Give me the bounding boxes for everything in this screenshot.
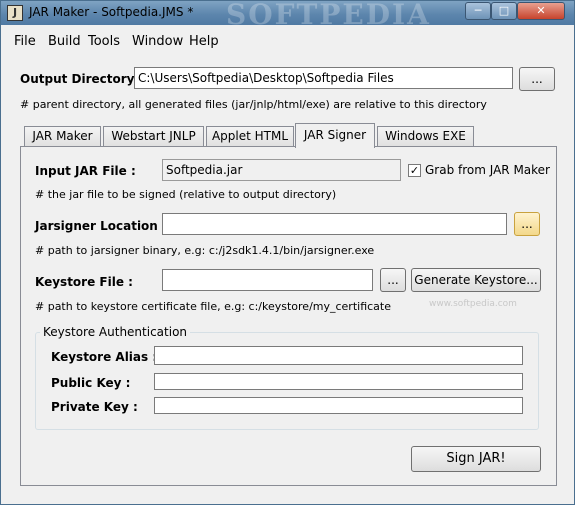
private-key-field[interactable]	[154, 397, 523, 414]
keystore-file-hint: # path to keystore certificate file, e.g…	[35, 300, 392, 313]
keystore-alias-field[interactable]	[154, 346, 523, 365]
jar-maker-icon: J	[7, 5, 23, 21]
jarsigner-location-hint: # path to jarsigner binary, e.g: c:/j2sd…	[35, 244, 375, 257]
output-directory-label: Output Directory :	[20, 72, 144, 86]
grab-from-jar-maker-checkbox[interactable]: ✓	[408, 164, 421, 177]
jarsigner-browse-button[interactable]: ...	[514, 212, 540, 236]
menu-tools[interactable]: Tools	[88, 34, 120, 49]
tab-applet-html[interactable]: Applet HTML	[206, 126, 294, 146]
jarsigner-location-field[interactable]	[162, 213, 507, 235]
title-bar[interactable]: J JAR Maker - Softpedia.JMS * SOFTPEDIA …	[1, 1, 574, 31]
output-directory-browse-button[interactable]: ...	[519, 67, 555, 91]
public-key-field[interactable]	[154, 373, 523, 390]
menu-help[interactable]: Help	[189, 34, 219, 49]
tab-jar-maker[interactable]: JAR Maker	[24, 126, 101, 146]
menu-file[interactable]: File	[14, 34, 36, 49]
maximize-button[interactable]: □	[491, 2, 517, 20]
menu-bar: File Build Tools Window Help	[1, 29, 574, 51]
tab-webstart-jnlp[interactable]: Webstart JNLP	[103, 126, 204, 146]
app-window: J JAR Maker - Softpedia.JMS * SOFTPEDIA …	[0, 0, 575, 505]
grab-from-jar-maker-label[interactable]: Grab from JAR Maker	[425, 163, 550, 177]
keystore-authentication-title: Keystore Authentication	[40, 325, 191, 339]
keystore-browse-button[interactable]: ...	[380, 268, 406, 292]
public-key-label: Public Key :	[51, 376, 131, 390]
keystore-file-label: Keystore File :	[35, 275, 133, 289]
close-button[interactable]: ✕	[517, 2, 565, 20]
softpedia-logo-watermark: SOFTPEDIA	[226, 0, 431, 31]
window-title: JAR Maker - Softpedia.JMS *	[29, 5, 194, 19]
minimize-button[interactable]: ─	[465, 2, 491, 20]
input-jar-hint: # the jar file to be signed (relative to…	[35, 188, 337, 201]
menu-window[interactable]: Window	[132, 34, 183, 49]
menu-build[interactable]: Build	[48, 34, 81, 49]
private-key-label: Private Key :	[51, 400, 138, 414]
input-jar-label: Input JAR File :	[35, 164, 136, 178]
generate-keystore-button[interactable]: Generate Keystore...	[411, 268, 541, 292]
tab-windows-exe[interactable]: Windows EXE	[377, 126, 474, 146]
sign-jar-button[interactable]: Sign JAR!	[411, 446, 541, 472]
output-directory-hint: # parent directory, all generated files …	[20, 98, 487, 111]
keystore-file-field[interactable]	[162, 269, 373, 291]
input-jar-field[interactable]: Softpedia.jar	[162, 159, 401, 181]
jarsigner-location-label: Jarsigner Location :	[35, 219, 167, 233]
tab-jar-signer[interactable]: JAR Signer	[295, 123, 375, 148]
softpedia-watermark-text: www.softpedia.com	[429, 299, 517, 309]
output-directory-field[interactable]: C:\Users\Softpedia\Desktop\Softpedia Fil…	[134, 67, 513, 89]
keystore-alias-label: Keystore Alias :	[51, 350, 158, 364]
